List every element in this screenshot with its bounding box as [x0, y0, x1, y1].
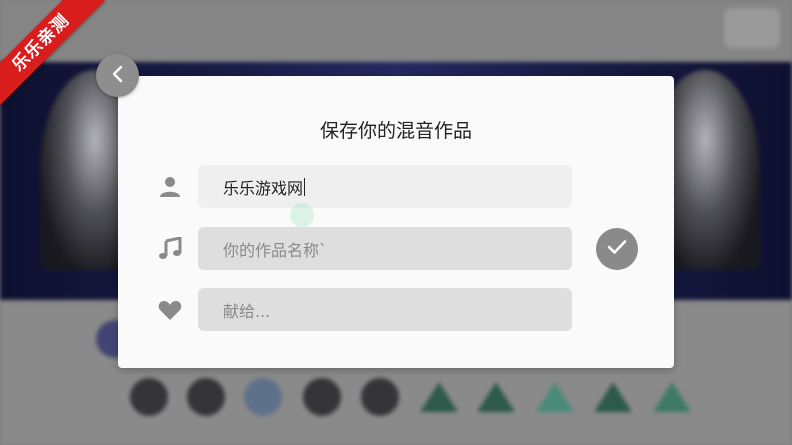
background-sound-icon [653, 382, 691, 412]
dialog-title: 保存你的混音作品 [319, 120, 472, 142]
author-name-input[interactable]: 乐乐游戏网 [198, 165, 572, 208]
dedication-placeholder: 献给... [223, 301, 271, 321]
background-sound-icon [187, 378, 225, 416]
save-mix-dialog: 保存你的混音作品 乐乐游戏网 你的作品名称` 献给... [118, 76, 674, 368]
author-name-value: 乐乐游戏网 [223, 178, 304, 198]
background-sound-icon [303, 378, 341, 416]
watermark-text: 乐乐亲测 [0, 0, 105, 107]
touch-indicator [290, 203, 314, 227]
work-name-input[interactable]: 你的作品名称` [198, 227, 572, 270]
text-caret [304, 177, 306, 196]
background-sound-icon [536, 382, 574, 412]
background-sound-icon [244, 378, 282, 416]
background-sound-icon [594, 382, 632, 412]
background-sound-icon [477, 382, 515, 412]
background-sound-icon [130, 378, 168, 416]
background-top-button [724, 8, 780, 48]
background-sound-icon [361, 378, 399, 416]
watermark-ribbon: 乐乐亲测 [0, 0, 110, 110]
background-sound-icon [420, 382, 458, 412]
chevron-left-icon [110, 65, 126, 87]
music-note-icon [156, 234, 184, 262]
confirm-save-button[interactable] [596, 228, 638, 270]
background-top-bar [0, 0, 792, 62]
checkmark-icon [607, 239, 627, 259]
work-name-placeholder: 你的作品名称` [223, 240, 328, 260]
dedication-input[interactable]: 献给... [198, 288, 572, 331]
person-icon [156, 173, 184, 201]
heart-icon [156, 296, 184, 324]
